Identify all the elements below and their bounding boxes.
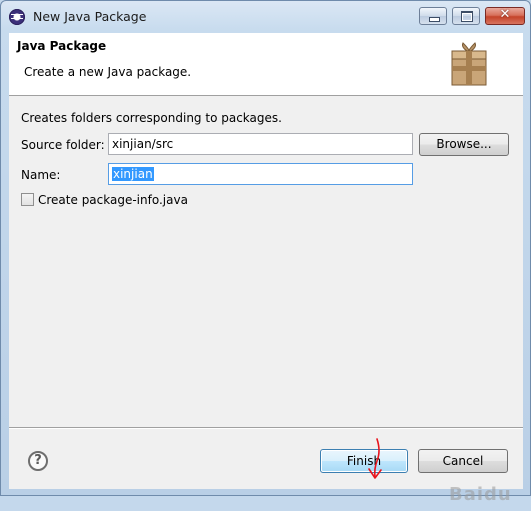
cancel-button[interactable]: Cancel — [418, 449, 508, 473]
name-field[interactable]: xinjian — [108, 163, 413, 185]
minimize-icon — [429, 17, 440, 22]
wizard-title: Java Package — [17, 39, 107, 53]
title-bar[interactable]: New Java Package ✕ — [1, 1, 530, 33]
finish-button[interactable]: Finish — [320, 449, 408, 473]
browse-button[interactable]: Browse... — [419, 133, 509, 156]
close-icon: ✕ — [499, 7, 511, 22]
source-folder-field[interactable]: xinjian/src — [108, 133, 413, 155]
wizard-description: Create a new Java package. — [24, 65, 192, 79]
package-info-label[interactable]: Create package-info.java — [38, 193, 188, 207]
dialog-window: New Java Package ✕ Java Package Create a… — [0, 0, 531, 505]
name-value: xinjian — [112, 167, 154, 181]
package-info-checkbox[interactable] — [21, 193, 34, 206]
close-button[interactable]: ✕ — [485, 7, 525, 25]
dialog-body: Java Package Create a new Java package. … — [9, 33, 523, 505]
name-label: Name: — [21, 168, 61, 182]
wizard-intro-text: Creates folders corresponding to package… — [21, 111, 282, 125]
maximize-button[interactable] — [452, 7, 480, 25]
maximize-icon — [461, 11, 473, 22]
help-icon[interactable]: ? — [28, 451, 48, 471]
watermark-logo: Baidu — [439, 481, 529, 511]
minimize-button[interactable] — [419, 7, 447, 25]
wizard-header: Java Package Create a new Java package. — [9, 33, 523, 96]
source-folder-value: xinjian/src — [112, 137, 174, 151]
package-icon — [451, 42, 487, 86]
footer-separator — [9, 427, 523, 429]
eclipse-icon — [9, 9, 25, 25]
window-title: New Java Package — [33, 9, 147, 24]
source-folder-label: Source folder: — [21, 138, 105, 152]
watermark-text: Baidu — [449, 484, 512, 505]
